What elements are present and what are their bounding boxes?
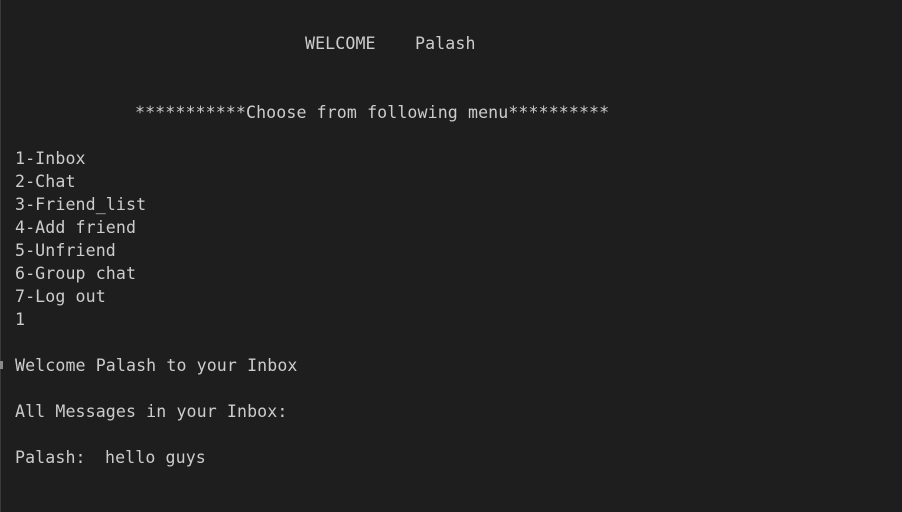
inbox-greeting: Welcome Palash to your Inbox — [15, 356, 298, 375]
menu-item-add-friend: 4-Add friend — [15, 218, 137, 237]
welcome-label: WELCOME — [305, 34, 376, 53]
message-text: hello guys — [105, 448, 206, 467]
menu-item-friend-list: 3-Friend_list — [15, 195, 147, 214]
message-sender: Palash: — [15, 448, 86, 467]
line-marker — [0, 361, 3, 369]
menu-header: ***********Choose from following menu***… — [135, 103, 610, 122]
menu-item-log-out: 7-Log out — [15, 287, 106, 306]
menu-item-inbox: 1-Inbox — [15, 149, 86, 168]
terminal-left-border — [0, 0, 1, 512]
user-input-choice: 1 — [15, 310, 26, 329]
terminal-output[interactable]: WELCOME Palash ***********Choose from fo… — [0, 0, 902, 512]
menu-item-unfriend: 5-Unfriend — [15, 241, 116, 260]
menu-item-chat: 2-Chat — [15, 172, 76, 191]
inbox-heading: All Messages in your Inbox: — [15, 402, 288, 421]
menu-item-group-chat: 6-Group chat — [15, 264, 137, 283]
welcome-username: Palash — [415, 34, 476, 53]
